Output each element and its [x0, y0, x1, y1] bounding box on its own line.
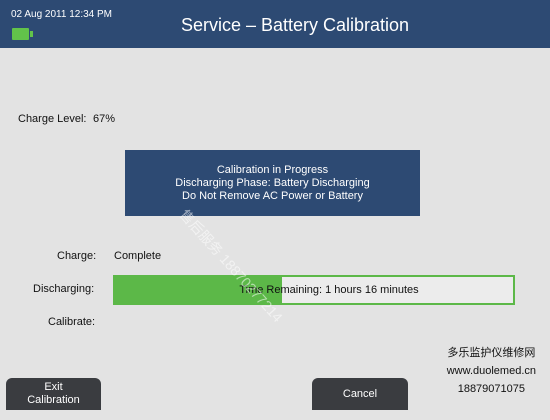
overlay-line-2: www.duolemed.cn [446, 365, 536, 377]
status-line-2: Discharging Phase: Battery Discharging [175, 176, 370, 189]
status-line-3: Do Not Remove AC Power or Battery [182, 189, 363, 202]
status-line-1: Calibration in Progress [216, 163, 329, 176]
charge-level-value: 67% [93, 113, 116, 125]
cancel-button[interactable]: Cancel [312, 378, 408, 410]
overlay-line-3: 18879071075 [457, 383, 525, 395]
exit-label-line-2: Calibration [27, 394, 80, 406]
time-remaining-text: Time Remaining: 1 hours 16 minutes [239, 284, 419, 296]
watermark-text: 售后服务 18870277214 [176, 206, 286, 326]
cancel-label: Cancel [342, 387, 378, 400]
discharging-label: Discharging: [33, 283, 95, 295]
header-bar: 02 Aug 2011 12:34 PM Service – Battery C… [0, 0, 550, 48]
exit-label-line-1: Exit [44, 381, 63, 393]
page-title: Service – Battery Calibration [180, 15, 410, 35]
exit-calibration-button[interactable]: Exit Calibration [6, 378, 101, 410]
overlay-contact: 多乐监护仪维修网 www.duolemed.cn 18879071075 [447, 344, 536, 398]
charge-value: Complete [114, 250, 162, 262]
calibrate-label: Calibrate: [48, 316, 96, 328]
overlay-line-1: 多乐监护仪维修网 [447, 347, 536, 359]
charge-label: Charge: [57, 250, 97, 262]
discharging-progress-bar: Time Remaining: 1 hours 16 minutes [113, 275, 515, 305]
calibration-status-box: Calibration in Progress Discharging Phas… [125, 150, 420, 216]
charge-level-label: Charge Level: [18, 113, 87, 125]
